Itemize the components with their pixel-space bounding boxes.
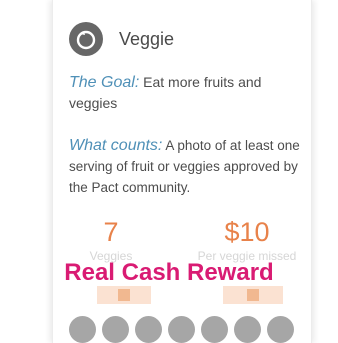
page-dot[interactable] [267, 316, 294, 343]
goal-text: The Goal: Eat more fruits and veggies [69, 72, 301, 114]
stat-veggies-value: 7 [103, 217, 119, 247]
stake-stepper[interactable] [223, 286, 283, 304]
page-dot[interactable] [234, 316, 261, 343]
page-dot[interactable] [135, 316, 162, 343]
page-indicator [69, 316, 294, 343]
veggies-stepper[interactable] [97, 286, 151, 304]
goal-label: The Goal: [69, 74, 140, 91]
reward-overlay-text: Real Cash Reward [64, 259, 274, 286]
page-dot[interactable] [69, 316, 96, 343]
page-dot[interactable] [102, 316, 129, 343]
what-counts-label: What counts: [69, 137, 163, 154]
stepper-handle-icon [247, 289, 259, 301]
page-dot[interactable] [201, 316, 228, 343]
pact-header: Veggie [69, 22, 174, 56]
stat-stake: $10 Per veggie missed [193, 216, 301, 263]
stat-veggies: 7 Veggies [75, 216, 147, 263]
what-counts-text: What counts: A photo of at least one ser… [69, 135, 305, 198]
pact-card: Veggie The Goal: Eat more fruits and veg… [52, 0, 312, 343]
stat-stake-value: $10 [224, 217, 270, 247]
page-dot[interactable] [168, 316, 195, 343]
pact-title: Veggie [119, 28, 175, 49]
stepper-handle-icon [118, 289, 130, 301]
pact-ring-icon [69, 22, 103, 56]
